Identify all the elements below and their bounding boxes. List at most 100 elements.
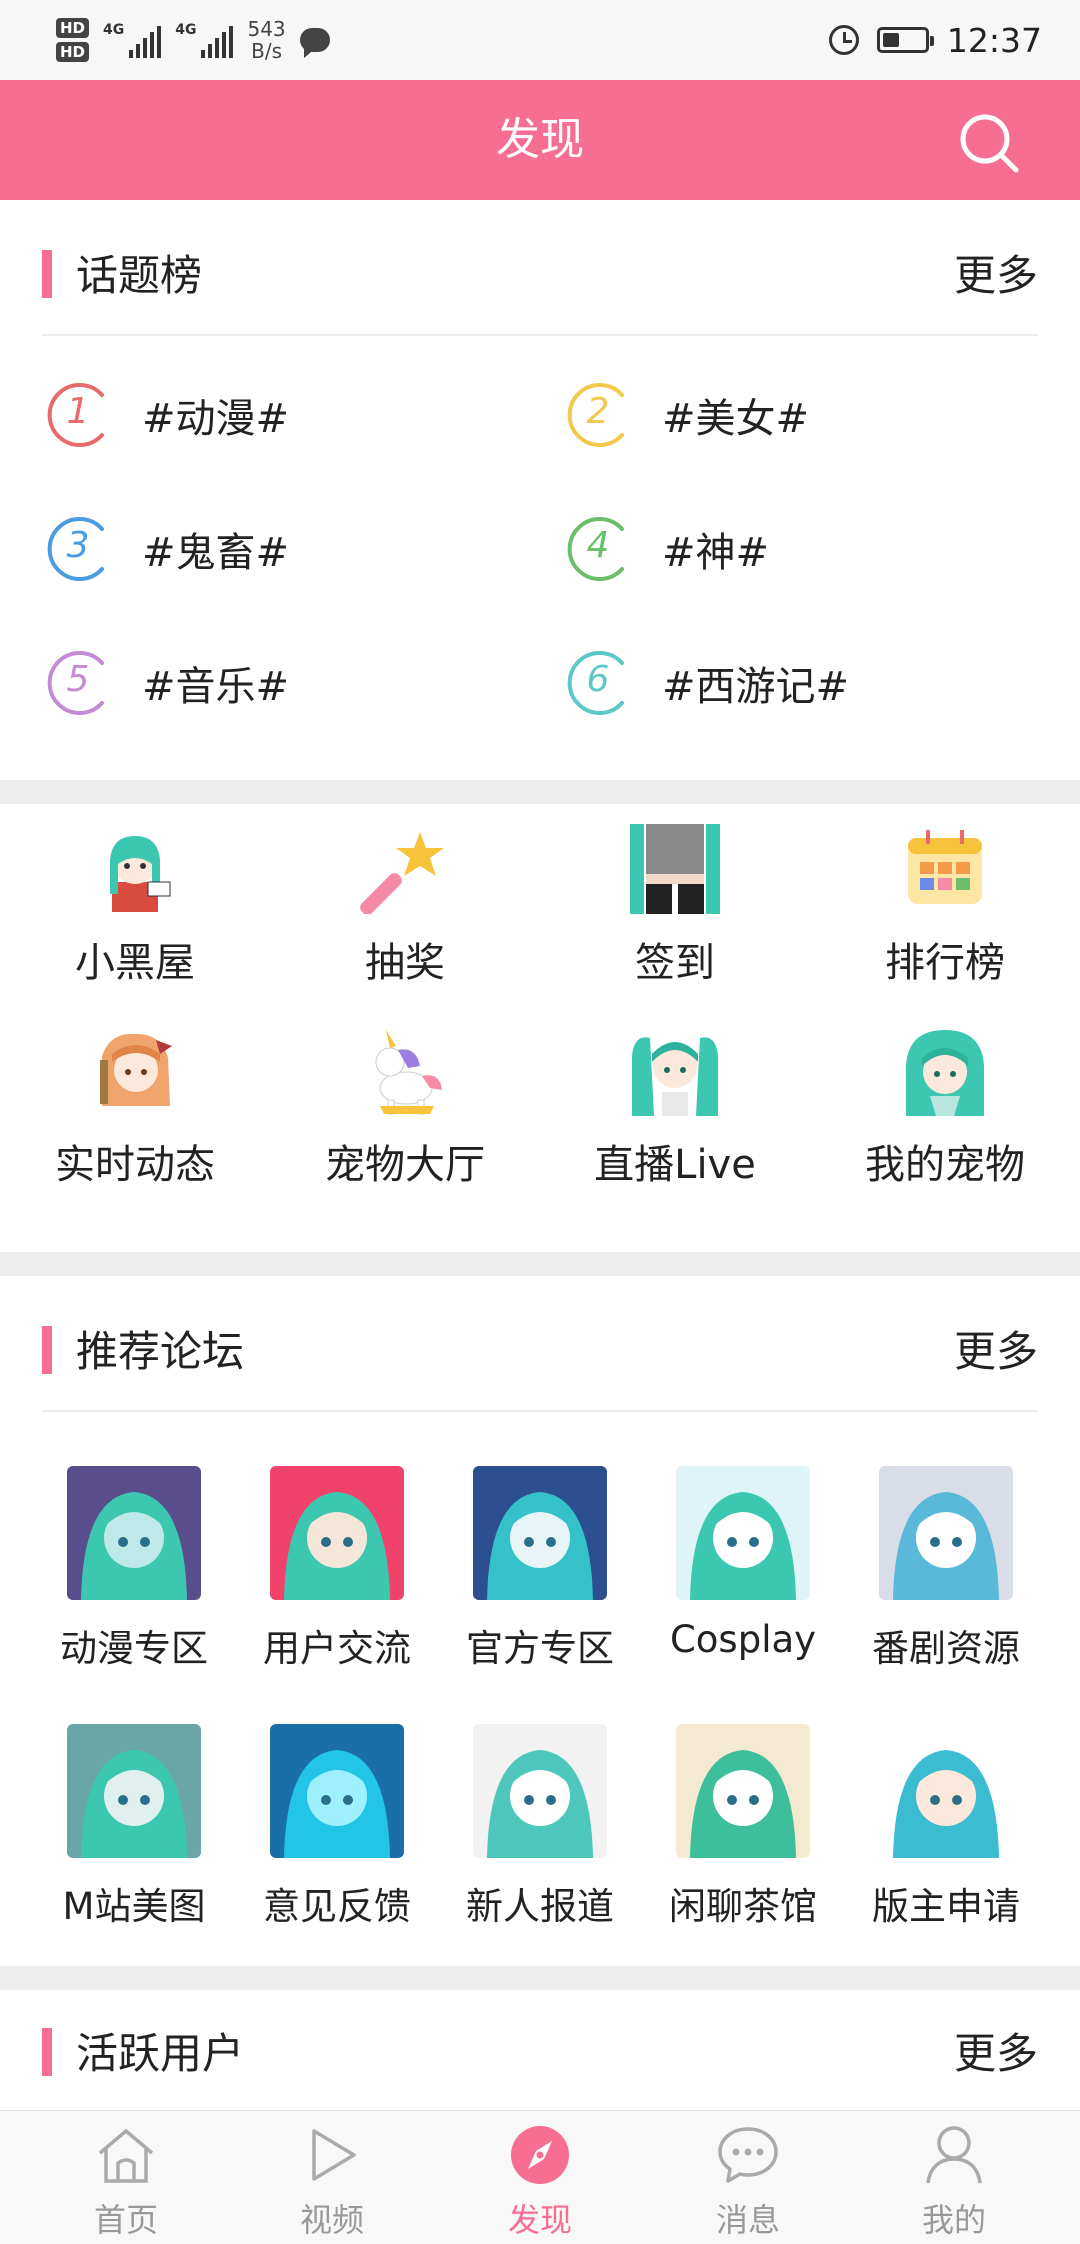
page-title: 发现 [496, 114, 584, 165]
topic-label: #动漫# [142, 396, 290, 442]
tab-messages[interactable]: 消息 [640, 2111, 856, 2244]
forum-item[interactable]: 版主申请 [838, 1724, 1054, 1954]
home-icon [98, 2129, 154, 2183]
topic-item[interactable]: 1 #动漫# [40, 370, 289, 460]
pet-character-icon [900, 1026, 990, 1116]
quick-link-item[interactable]: 排行榜 [810, 824, 1080, 1004]
section-accent-bar [42, 250, 52, 298]
hd2-badge: HD [56, 42, 90, 62]
forum-label: 新人报道 [466, 1885, 614, 1928]
search-icon [960, 114, 1019, 173]
topic-item[interactable]: 2 #美女# [560, 370, 809, 460]
active-users-title: 活跃用户 [76, 2029, 245, 2078]
forum-item[interactable]: 官方专区 [432, 1466, 648, 1696]
compass-icon [511, 2126, 569, 2184]
forum-label: 意见反馈 [263, 1885, 411, 1928]
quick-link-label: 排行榜 [885, 940, 1005, 986]
forum-item[interactable]: M站美图 [26, 1724, 242, 1954]
topic-item[interactable]: 6 #西游记# [560, 638, 849, 728]
tab-discover[interactable]: 发现 [432, 2111, 648, 2244]
topic-ranking-title: 话题榜 [76, 251, 203, 300]
magic-wand-icon [360, 824, 450, 915]
forum-item[interactable]: 新人报道 [432, 1724, 648, 1954]
forum-label: 版主申请 [872, 1885, 1020, 1928]
checkin-character-icon [630, 824, 720, 914]
topic-label: #音乐# [142, 664, 290, 710]
rank-badge-icon: 6 [560, 645, 636, 721]
rank-badge-icon: 4 [560, 511, 636, 587]
recommended-forums-section: 推荐论坛 更多 动漫专区 用户交流 官方专区 Cosplay 番剧资源 M站美图 意见反馈 新… [0, 1276, 1080, 1966]
topic-rank: 6 [586, 659, 610, 700]
status-bar: HD HD 4G 4G 543 B/s 12:37 [0, 0, 1080, 80]
topic-label: #鬼畜# [142, 530, 290, 576]
network-speed: 543 B/s [247, 18, 285, 62]
chat-icon [718, 2127, 778, 2183]
forum-label: 动漫专区 [60, 1627, 208, 1670]
signal-icon: 4G [103, 22, 162, 58]
forum-label: 番剧资源 [872, 1627, 1020, 1670]
forum-item[interactable]: 意见反馈 [229, 1724, 445, 1954]
forum-item[interactable]: Cosplay [635, 1466, 851, 1696]
divider [42, 334, 1038, 336]
quick-link-item[interactable]: 小黑屋 [0, 824, 270, 1004]
tab-label: 发现 [507, 2201, 572, 2239]
topic-rank: 2 [586, 391, 610, 432]
forums-more-link[interactable]: 更多 [954, 1318, 1038, 1379]
forum-item[interactable]: 闲聊茶馆 [635, 1724, 851, 1954]
active-users-more-link[interactable]: 更多 [954, 2020, 1038, 2081]
speed-unit: B/s [251, 39, 283, 63]
forum-thumbnail-icon [676, 1466, 810, 1600]
battery-level [882, 33, 899, 47]
rank-badge-icon: 1 [40, 377, 116, 453]
topic-label: #西游记# [662, 664, 850, 710]
topic-item[interactable]: 5 #音乐# [40, 638, 289, 728]
topic-label: #神# [662, 530, 770, 576]
forum-label: 闲聊茶馆 [669, 1885, 817, 1928]
forum-item[interactable]: 用户交流 [229, 1466, 445, 1696]
quick-link-item[interactable]: 抽奖 [270, 824, 540, 1004]
forum-thumbnail-icon [879, 1466, 1013, 1600]
sim1-label: 4G [103, 22, 125, 38]
quick-link-item[interactable]: 签到 [540, 824, 810, 1004]
rank-badge-icon: 5 [40, 645, 116, 721]
forum-label: 官方专区 [466, 1627, 614, 1670]
message-notification-icon [299, 28, 330, 58]
forum-label: M站美图 [62, 1885, 206, 1928]
top-header: 发现 [0, 80, 1080, 200]
search-button[interactable] [956, 110, 1020, 174]
quick-link-item[interactable]: 宠物大厅 [270, 1026, 540, 1206]
hd-indicators: HD HD [56, 18, 90, 62]
tab-profile[interactable]: 我的 [846, 2111, 1062, 2244]
topic-item[interactable]: 3 #鬼畜# [40, 504, 289, 594]
active-users-header: 活跃用户 更多 [42, 1998, 1038, 2098]
forums-title: 推荐论坛 [76, 1327, 245, 1376]
section-separator [0, 1966, 1080, 1990]
topic-rank: 3 [66, 525, 90, 566]
speed-value: 543 [247, 17, 286, 41]
quick-link-label: 我的宠物 [865, 1142, 1025, 1188]
anime-girl-icon [90, 1026, 180, 1116]
tab-video[interactable]: 视频 [224, 2111, 440, 2244]
forum-thumbnail-icon [473, 1466, 607, 1600]
quick-link-label: 宠物大厅 [325, 1142, 485, 1188]
forum-thumbnail-icon [270, 1466, 404, 1600]
forum-label: Cosplay [669, 1618, 817, 1661]
status-time: 12:37 [946, 20, 1042, 60]
topic-item[interactable]: 4 #神# [560, 504, 769, 594]
tab-label: 我的 [921, 2201, 986, 2239]
sim2-label: 4G [175, 22, 197, 38]
forum-item[interactable]: 番剧资源 [838, 1466, 1054, 1696]
tab-label: 消息 [715, 2201, 780, 2239]
topic-rank: 1 [66, 391, 90, 432]
user-icon [926, 2126, 982, 2184]
quick-link-item[interactable]: 直播Live [540, 1026, 810, 1206]
quick-link-item[interactable]: 我的宠物 [810, 1026, 1080, 1206]
forum-item[interactable]: 动漫专区 [26, 1466, 242, 1696]
topic-more-link[interactable]: 更多 [954, 242, 1038, 303]
divider [42, 1410, 1038, 1412]
quick-link-item[interactable]: 实时动态 [0, 1026, 270, 1206]
section-accent-bar [42, 1326, 52, 1374]
anime-character-icon [90, 824, 180, 914]
tab-home[interactable]: 首页 [18, 2111, 234, 2244]
topic-ranking-header: 话题榜 更多 [42, 220, 1038, 320]
